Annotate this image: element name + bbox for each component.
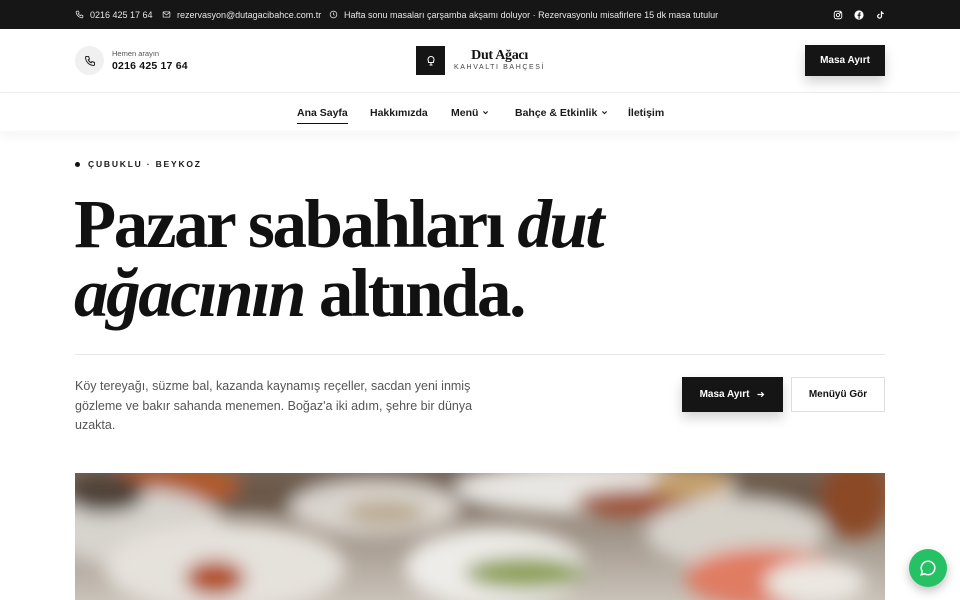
hero-lead: Köy tereyağı, süzme bal, kazanda kaynamı…	[75, 379, 473, 432]
brand-mark	[416, 46, 445, 75]
brand-name: Dut Ağacı	[471, 48, 528, 63]
call-block[interactable]: Hemen arayın 0216 425 17 64	[75, 46, 188, 75]
nav-item-home[interactable]: Ana Sayfa	[297, 94, 348, 131]
headline-1a: Pazar sabahları	[74, 186, 518, 262]
topbar-phone[interactable]: 0216 425 17 64	[75, 0, 153, 29]
nav-label-about: Hakkımızda	[370, 106, 428, 119]
phone-icon	[75, 10, 84, 19]
chevron-down-icon	[602, 111, 608, 115]
eyebrow-dot	[75, 161, 80, 167]
eyebrow-text: ÇUBUKLU · BEYKOZ	[88, 159, 202, 169]
headline-line-1: Pazar sabahları dut	[74, 190, 605, 259]
nav-item-menu[interactable]: Menü	[451, 94, 489, 131]
site-header: Hemen arayın 0216 425 17 64 Dut Ağacı KA…	[0, 29, 960, 93]
brand-text: Dut Ağacı KAHVALTI BAHÇESİ	[454, 48, 545, 73]
topbar-notice: Hafta sonu masaları çarşamba akşamı dolu…	[329, 0, 718, 29]
top-bar: 0216 425 17 64 rezervasyon@dutagacibahce…	[0, 0, 960, 29]
arrow-right-icon	[757, 391, 765, 398]
social-links	[833, 0, 885, 29]
view-menu-button[interactable]: Menüyü Gör	[791, 377, 885, 412]
brand-logo[interactable]: Dut Ağacı KAHVALTI BAHÇESİ	[416, 46, 545, 75]
call-number[interactable]: 0216 425 17 64	[112, 59, 188, 73]
whatsapp-button[interactable]	[909, 549, 947, 587]
headline-2a: ağacının	[74, 255, 306, 331]
tiktok-icon[interactable]	[875, 10, 885, 20]
call-text: Hemen arayın 0216 425 17 64	[112, 49, 188, 73]
topbar-notice-text: Hafta sonu masaları çarşamba akşamı dolu…	[344, 9, 719, 20]
nav-label-garden-events: Bahçe & Etkinlik	[515, 106, 598, 119]
headline-1b: dut	[517, 186, 604, 262]
headline-2b: altında.	[304, 255, 527, 331]
topbar-email-text: rezervasyon@dutagacibahce.com.tr	[177, 9, 322, 20]
hero-eyebrow: ÇUBUKLU · BEYKOZ	[75, 159, 202, 169]
hero-headline: Pazar sabahları dut ağacının altında.	[74, 190, 605, 328]
nav-item-about[interactable]: Hakkımızda	[370, 94, 428, 131]
nav-label-menu: Menü	[451, 106, 479, 119]
nav-item-contact[interactable]: İletişim	[628, 94, 664, 131]
phone-icon	[84, 55, 95, 66]
nav-label-home: Ana Sayfa	[297, 106, 348, 119]
topbar-phone-text: 0216 425 17 64	[90, 9, 153, 20]
instagram-icon[interactable]	[833, 10, 843, 20]
hero-divider	[75, 354, 885, 355]
hero-image	[75, 473, 885, 600]
topbar-email[interactable]: rezervasyon@dutagacibahce.com.tr	[162, 0, 321, 29]
brand-tagline: KAHVALTI BAHÇESİ	[454, 64, 546, 71]
hero-reserve-button[interactable]: Masa Ayırt	[682, 377, 783, 412]
call-circle[interactable]	[75, 46, 104, 75]
nav-label-contact: İletişim	[628, 106, 665, 119]
facebook-icon[interactable]	[854, 9, 864, 20]
mail-icon	[162, 11, 171, 18]
header-reserve-button[interactable]: Masa Ayırt	[805, 45, 885, 76]
call-label: Hemen arayın	[112, 48, 160, 58]
headline-line-2: ağacının altında.	[74, 259, 594, 328]
chat-bubble-icon	[920, 560, 936, 576]
main-nav: Ana Sayfa Hakkımızda Menü Bahçe & Etkinl…	[0, 94, 960, 131]
hero-reserve-label: Masa Ayırt	[699, 389, 750, 400]
nav-item-garden-events[interactable]: Bahçe & Etkinlik	[515, 94, 608, 131]
tree-icon	[426, 55, 435, 65]
chevron-down-icon	[483, 111, 489, 115]
clock-icon	[329, 10, 338, 19]
